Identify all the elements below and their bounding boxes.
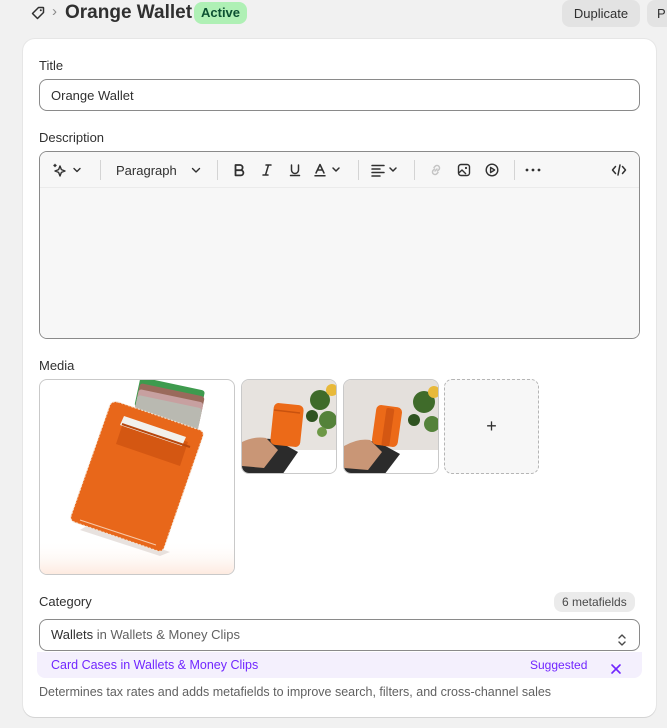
toolbar-divider xyxy=(100,160,101,180)
paragraph-select[interactable]: Paragraph xyxy=(116,160,204,180)
category-helptext: Determines tax rates and adds metafields… xyxy=(39,685,552,699)
more-options-button[interactable] xyxy=(523,160,543,180)
underline-button[interactable] xyxy=(285,160,305,180)
link-button[interactable] xyxy=(426,160,446,180)
add-media-button[interactable]: + xyxy=(444,379,539,474)
preview-button[interactable]: P xyxy=(647,0,667,27)
insert-video-button[interactable] xyxy=(482,160,502,180)
suggestion-parent: in Wallets & Money Clips xyxy=(117,658,259,672)
magic-button[interactable] xyxy=(52,160,86,180)
editor-toolbar: Paragraph xyxy=(40,152,639,188)
code-icon xyxy=(611,164,627,176)
breadcrumb-separator: › xyxy=(52,3,57,20)
title-label: Title xyxy=(39,58,64,73)
ellipsis-icon xyxy=(525,168,541,172)
text-color-button[interactable] xyxy=(313,160,343,180)
category-combobox[interactable]: Wallets in Wallets & Money Clips xyxy=(39,619,640,651)
bold-icon xyxy=(234,164,245,177)
bold-button[interactable] xyxy=(229,160,249,180)
paragraph-label: Paragraph xyxy=(116,162,177,178)
media-thumbnail[interactable] xyxy=(343,379,439,474)
page-title: Orange Wallet xyxy=(65,2,193,23)
metafields-badge[interactable]: 6 metafields xyxy=(554,592,635,612)
description-editor[interactable]: Paragraph xyxy=(39,151,640,339)
image-icon xyxy=(457,163,471,177)
sparkle-icon xyxy=(54,165,66,177)
category-parent: in Wallets & Money Clips xyxy=(93,627,241,642)
media-thumbnail[interactable] xyxy=(241,379,337,474)
italic-icon xyxy=(262,164,272,176)
suggestion-value: Card Cases xyxy=(51,658,117,672)
suggested-tag: Suggested xyxy=(530,658,588,672)
description-label: Description xyxy=(39,130,105,145)
toolbar-divider xyxy=(514,160,515,180)
media-main-image[interactable] xyxy=(39,379,235,575)
show-html-button[interactable] xyxy=(609,160,629,180)
chevron-down-icon xyxy=(73,167,81,173)
tag-icon[interactable] xyxy=(30,5,46,21)
underline-icon xyxy=(289,164,301,177)
category-suggestion[interactable]: Card Cases in Wallets & Money Clips Sugg… xyxy=(37,652,642,678)
description-textarea[interactable] xyxy=(40,188,639,338)
align-left-icon xyxy=(371,164,385,177)
category-label: Category xyxy=(39,594,92,609)
media-label: Media xyxy=(39,358,75,373)
duplicate-button[interactable]: Duplicate xyxy=(562,0,640,27)
product-details-card: Title Description Paragraph xyxy=(23,39,656,717)
chevron-down-icon xyxy=(332,167,340,172)
insert-image-button[interactable] xyxy=(454,160,474,180)
chevron-down-icon xyxy=(389,167,397,172)
align-button[interactable] xyxy=(370,160,402,180)
toolbar-divider xyxy=(217,160,218,180)
close-icon[interactable] xyxy=(610,658,622,684)
link-icon xyxy=(431,164,441,176)
status-badge: Active xyxy=(194,2,248,24)
chevron-down-icon xyxy=(191,167,200,173)
toolbar-divider xyxy=(414,160,415,180)
toolbar-divider xyxy=(358,160,359,180)
category-value: Wallets xyxy=(51,627,94,642)
text-color-icon xyxy=(314,163,326,177)
title-input[interactable] xyxy=(39,79,640,111)
page-header: › Orange Wallet Active Duplicate P xyxy=(0,0,667,30)
play-circle-icon xyxy=(485,163,499,177)
italic-button[interactable] xyxy=(257,160,277,180)
